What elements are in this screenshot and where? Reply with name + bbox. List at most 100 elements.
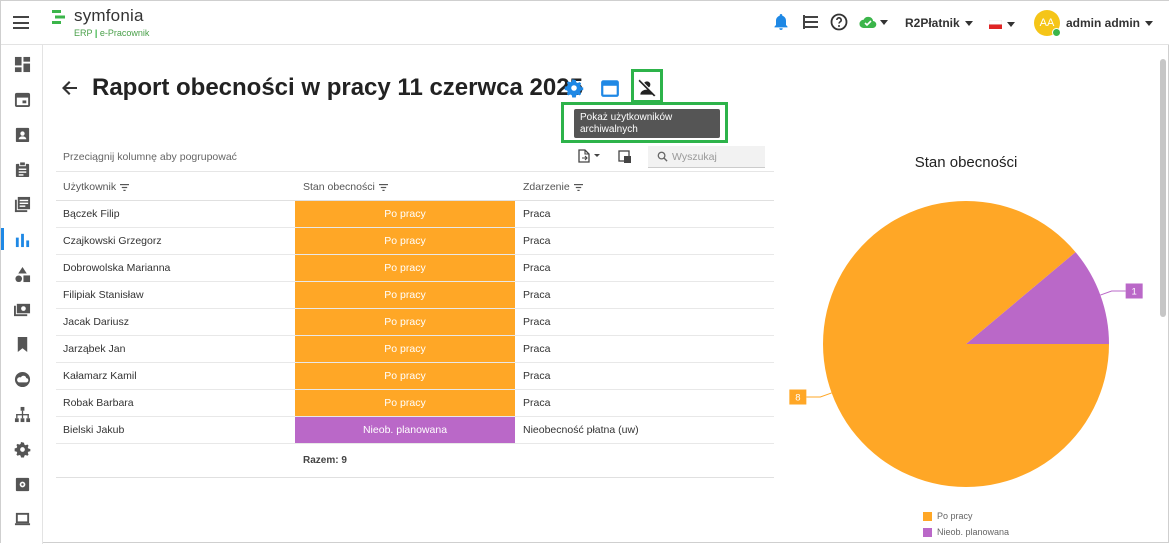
table-row[interactable]: Filipiak Stanisław Po pracy Praca: [56, 282, 774, 309]
table-row[interactable]: Bączek Filip Po pracy Praca: [56, 201, 774, 228]
sidebar-item-cloud[interactable]: [1, 364, 43, 394]
column-header-event[interactable]: Zdarzenie: [523, 181, 583, 193]
table-row[interactable]: Bielski Jakub Nieob. planowana Nieobecność…: [56, 417, 774, 444]
filter-icon[interactable]: [378, 183, 388, 191]
symfonia-logo-icon: [52, 10, 65, 24]
bell-icon[interactable]: [771, 12, 791, 32]
search-input[interactable]: [672, 149, 760, 165]
legend-swatch: [923, 528, 932, 537]
column-header-user[interactable]: Użytkownik: [63, 181, 130, 193]
cell-event: Praca: [523, 343, 551, 355]
table-row[interactable]: Dobrowolska Marianna Po pracy Praca: [56, 255, 774, 282]
flag-icon: [988, 20, 1003, 30]
search-box[interactable]: [648, 146, 765, 168]
sidebar-item-org-chart[interactable]: [1, 399, 43, 429]
cell-status: Po pracy: [295, 255, 515, 281]
cell-event: Nieobecność płatna (uw): [523, 424, 639, 436]
data-label-leader: [1100, 290, 1126, 296]
chevron-down-icon: [880, 20, 888, 25]
sidebar-item-settings[interactable]: [1, 434, 43, 464]
sidebar-item-dashboard[interactable]: [1, 49, 43, 79]
sidebar-item-reports[interactable]: [1, 224, 43, 254]
top-bar: symfonia ERP | e-Pracownik R2Płatnik AA …: [1, 1, 1169, 45]
sidebar-item-shapes[interactable]: [1, 259, 43, 289]
table-row[interactable]: Jarząbek Jan Po pracy Praca: [56, 336, 774, 363]
total-count: Razem: 9: [303, 455, 347, 466]
column-header-status[interactable]: Stan obecności: [303, 181, 388, 193]
chevron-down-icon: [1007, 22, 1015, 28]
data-label-leader: [806, 392, 832, 398]
archived-users-icon[interactable]: [637, 78, 657, 98]
column-header-label: Użytkownik: [63, 181, 117, 193]
table-row[interactable]: Czajkowski Grzegorz Po pracy Praca: [56, 228, 774, 255]
online-status-dot: [1052, 28, 1061, 37]
cell-user: Bączek Filip: [63, 208, 120, 220]
logo-sub-left: ERP: [74, 28, 93, 38]
calendar-icon: [14, 92, 30, 107]
table-row[interactable]: Jacak Dariusz Po pracy Praca: [56, 309, 774, 336]
legend-swatch: [923, 512, 932, 521]
table-row[interactable]: Robak Barbara Po pracy Praca: [56, 390, 774, 417]
logo-subtitle: ERP | e-Pracownik: [74, 28, 150, 38]
filter-icon[interactable]: [120, 183, 130, 191]
task-list-icon[interactable]: [800, 12, 820, 32]
cell-status: Po pracy: [295, 363, 515, 389]
pie-slice-po-pracy[interactable]: [823, 201, 1109, 488]
money-icon: [13, 303, 30, 316]
column-chooser-icon[interactable]: [618, 149, 632, 165]
cell-event: Praca: [523, 289, 551, 301]
gear-icon[interactable]: [564, 78, 584, 98]
column-header-label: Stan obecności: [303, 181, 375, 193]
back-arrow-icon[interactable]: [61, 79, 79, 97]
table-row[interactable]: Kałamarz Kamil Po pracy Praca: [56, 363, 774, 390]
cell-user: Jacak Dariusz: [63, 316, 129, 328]
bookmark-icon: [17, 336, 27, 352]
company-selector-label: R2Płatnik: [905, 16, 960, 30]
attendance-table: Użytkownik Stan obecności Zdarzenie Bącz…: [56, 171, 774, 478]
table-footer: Razem: 9: [56, 444, 774, 478]
avatar-initials: AA: [1039, 17, 1055, 29]
legend-label: Po pracy: [937, 511, 973, 521]
cell-status: Po pracy: [295, 228, 515, 254]
cell-event: Praca: [523, 316, 551, 328]
cell-user: Bielski Jakub: [63, 424, 125, 436]
org-chart-icon: [14, 406, 30, 422]
cloud-check-icon: [859, 16, 877, 29]
table-body: Bączek Filip Po pracy Praca Czajkowski Grze…: [56, 201, 774, 444]
column-header-label: Zdarzenie: [523, 181, 570, 193]
cell-user: Jarząbek Jan: [63, 343, 126, 355]
scrollbar[interactable]: [1160, 59, 1166, 317]
sidebar: [1, 45, 43, 544]
badge-icon: [15, 127, 29, 142]
cell-event: Praca: [523, 262, 551, 274]
user-name: admin admin: [1066, 16, 1141, 30]
cell-user: Kałamarz Kamil: [63, 370, 137, 382]
user-menu[interactable]: admin admin: [1066, 16, 1154, 30]
sidebar-item-money[interactable]: [1, 294, 43, 324]
data-label: 1: [1132, 286, 1137, 297]
language-selector[interactable]: [988, 17, 1015, 31]
menu-icon[interactable]: [13, 16, 29, 29]
legend-label: Nieob. planowana: [937, 527, 1010, 537]
reports-chart-icon: [15, 233, 29, 247]
sidebar-item-plugin[interactable]: [1, 469, 43, 499]
sidebar-item-badge[interactable]: [1, 119, 43, 149]
cell-status: Nieob. planowana: [295, 417, 515, 443]
calendar-icon[interactable]: [600, 78, 620, 98]
export-button[interactable]: [578, 149, 602, 165]
help-icon[interactable]: [829, 12, 849, 32]
cell-user: Czajkowski Grzegorz: [63, 235, 162, 247]
sidebar-item-bookmark[interactable]: [1, 329, 43, 359]
filter-icon[interactable]: [573, 183, 583, 191]
sidebar-item-calendar[interactable]: [1, 84, 43, 114]
sidebar-item-laptop[interactable]: [1, 504, 43, 534]
sync-status-dropdown[interactable]: [858, 12, 892, 32]
avatar[interactable]: AA: [1034, 10, 1061, 37]
sidebar-item-documents[interactable]: [1, 189, 43, 219]
page-title: Raport obecności w pracy 11 czerwca 2025: [92, 74, 583, 101]
sidebar-item-clipboard[interactable]: [1, 154, 43, 184]
chart-title: Stan obecności: [914, 154, 1018, 171]
logo-text: symfonia: [74, 6, 144, 25]
settings-icon: [14, 441, 30, 458]
company-selector[interactable]: R2Płatnik: [905, 16, 973, 30]
